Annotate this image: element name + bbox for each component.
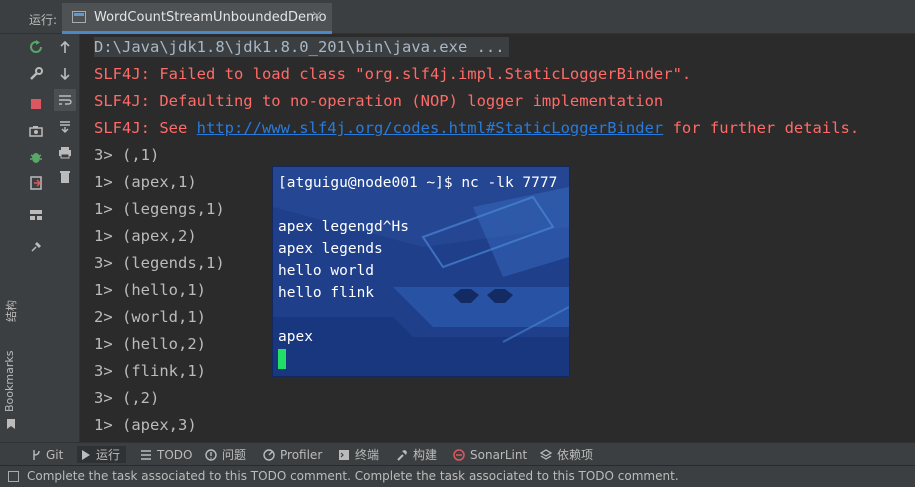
output-line: 2> (world,1) — [94, 308, 206, 326]
terminal-line: hello flink — [278, 285, 375, 301]
output-line: 1> (apex,1) — [94, 173, 197, 191]
camera-icon[interactable] — [26, 121, 46, 141]
tab-title: WordCountStreamUnboundedDemo — [94, 10, 327, 25]
tab-problems[interactable]: 问题 — [205, 446, 246, 463]
tab-label: TODO — [157, 447, 193, 462]
arrow-up-icon[interactable] — [55, 37, 75, 57]
terminal-cursor — [278, 349, 286, 369]
print-icon[interactable] — [55, 142, 75, 162]
run-icon — [82, 449, 90, 460]
bookmarks-tool-button[interactable]: Bookmarks — [3, 351, 16, 412]
layout-icon[interactable] — [26, 205, 46, 225]
error-suffix: for further details. — [663, 119, 860, 137]
run-label: 运行: — [29, 13, 58, 27]
output-line: 1> (apex,2) — [94, 227, 197, 245]
stop-icon[interactable] — [26, 94, 46, 114]
terminal-line: apex legends — [278, 241, 383, 257]
output-line: 1> (hello,2) — [94, 335, 206, 353]
tab-sonarlint[interactable]: SonarLint — [453, 446, 527, 463]
debug-bug-icon[interactable] — [26, 147, 46, 167]
tab-git[interactable]: Git — [31, 446, 63, 463]
tab-build[interactable]: 构建 — [396, 446, 437, 463]
sonarlint-icon — [453, 448, 465, 461]
tab-label: 终端 — [355, 448, 380, 462]
tab-label: SonarLint — [470, 447, 528, 462]
todo-icon — [141, 449, 151, 460]
rerun-icon[interactable] — [26, 37, 46, 57]
left-tool-stripe: 结构 Bookmarks — [0, 34, 23, 442]
profiler-icon — [263, 448, 275, 461]
java-command-line: D:\Java\jdk1.8\jdk1.8.0_201\bin\java.exe… — [94, 37, 509, 57]
status-bar: Complete the task associated to this TOD… — [0, 465, 915, 487]
tab-label: 依赖项 — [557, 448, 594, 462]
tab-label: 构建 — [413, 448, 438, 462]
console-actions-toolbar — [50, 34, 80, 442]
tab-label: 运行 — [96, 448, 121, 462]
output-line: 1> (legengs,1) — [94, 200, 225, 218]
terminal-line: hello world — [278, 263, 375, 279]
output-line: 1> (hello,1) — [94, 281, 206, 299]
error-prefix: SLF4J: See — [94, 119, 197, 137]
dependencies-icon — [540, 448, 552, 460]
output-line: 1> (apex,3) — [94, 416, 197, 434]
terminal-line: apex legengd^Hs — [278, 219, 409, 235]
status-message: Complete the task associated to this TOD… — [27, 469, 679, 483]
tab-run[interactable]: 运行 — [77, 446, 127, 463]
output-line: 3> (,2) — [94, 389, 160, 407]
arrow-down-icon[interactable] — [55, 64, 75, 84]
slf4j-error-line: SLF4J: See http://www.slf4j.org/codes.ht… — [94, 118, 859, 138]
build-icon — [397, 449, 407, 461]
pin-icon[interactable] — [26, 237, 46, 257]
tab-run-config[interactable]: WordCountStreamUnboundedDemo × — [62, 3, 332, 34]
tab-dependencies[interactable]: 依赖项 — [540, 446, 593, 463]
slf4j-link[interactable]: http://www.slf4j.org/codes.html#StaticLo… — [197, 119, 664, 137]
tab-terminal[interactable]: 终端 — [338, 446, 379, 463]
terminal-line: apex — [278, 329, 313, 345]
output-line: 3> (,1) — [94, 146, 160, 164]
close-icon[interactable]: × — [311, 8, 323, 24]
terminal-icon — [339, 449, 349, 460]
tab-label: 问题 — [222, 448, 247, 462]
run-toolwindow-header: 运行: WordCountStreamUnboundedDemo × — [0, 0, 915, 34]
problems-icon — [205, 448, 217, 461]
terminal-window[interactable]: [atguigu@node001 ~]$ nc -lk 7777 apex le… — [273, 167, 569, 376]
output-line: 3> (flink,1) — [94, 362, 206, 380]
exit-icon[interactable] — [26, 173, 46, 193]
scroll-to-end-icon[interactable] — [55, 116, 75, 136]
structure-tool-button[interactable]: 结构 — [3, 300, 19, 322]
tab-label: Profiler — [280, 447, 323, 462]
slf4j-error-line: SLF4J: Failed to load class "org.slf4j.i… — [94, 65, 692, 83]
soft-wrap-icon[interactable] — [54, 89, 76, 111]
tab-profiler[interactable]: Profiler — [263, 446, 322, 463]
terminal-prompt: [atguigu@node001 ~]$ nc -lk 7777 — [278, 175, 558, 191]
slf4j-error-line: SLF4J: Defaulting to no-operation (NOP) … — [94, 92, 664, 110]
status-window-icon[interactable] — [8, 471, 19, 482]
output-line: 3> (legends,1) — [94, 254, 225, 272]
trash-icon[interactable] — [55, 167, 75, 187]
run-actions-toolbar — [22, 34, 50, 442]
tab-label: Git — [46, 447, 64, 462]
git-icon — [33, 449, 40, 460]
bottom-tool-bar: Git 运行 TODO 问题 Profiler 终端 构建 SonarLint … — [0, 442, 915, 465]
wrench-icon[interactable] — [26, 64, 46, 84]
application-icon — [72, 11, 86, 23]
tab-todo[interactable]: TODO — [140, 446, 192, 463]
bookmark-icon[interactable] — [6, 418, 16, 430]
